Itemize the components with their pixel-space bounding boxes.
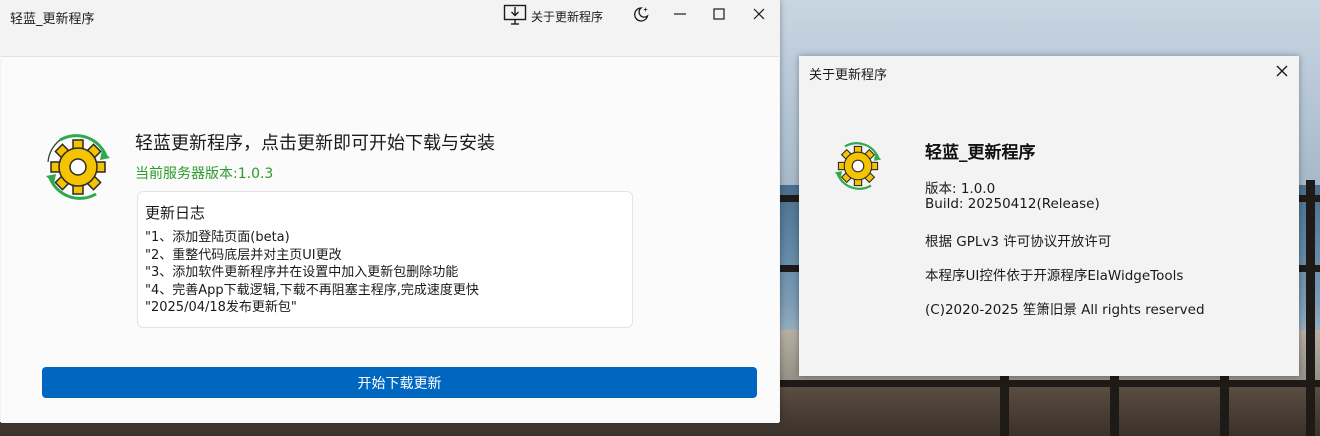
window-title: 轻蓝_更新程序	[10, 12, 95, 27]
about-updater-button[interactable]: 关于更新程序	[503, 3, 603, 29]
about-copyright: (C)2020-2025 笙箫旧景 All rights reserved	[925, 302, 1205, 318]
about-close-button[interactable]	[1269, 60, 1295, 84]
gear-update-icon	[829, 136, 887, 196]
about-build: Build: 20250412(Release)	[925, 196, 1100, 212]
about-dependency: 本程序UI控件依于开源程序ElaWidgeTools	[925, 268, 1184, 284]
updater-window: 轻蓝_更新程序 关于更新程序 轻蓝更新程序，点击更新即可开始下载与安装 当前服务…	[0, 0, 780, 423]
title-bar[interactable]: 轻蓝_更新程序 关于更新程序	[0, 0, 780, 32]
about-updater-label: 关于更新程序	[531, 9, 604, 24]
start-download-button[interactable]: 开始下载更新	[42, 367, 757, 398]
changelog-lines: "1、添加登陆页面(beta) "2、重整代码底层并对主页UI更改 "3、添加软…	[145, 229, 479, 317]
about-version: 版本: 1.0.0	[925, 181, 996, 197]
update-headline: 轻蓝更新程序，点击更新即可开始下载与安装	[135, 133, 495, 154]
about-app-name: 轻蓝_更新程序	[925, 143, 1036, 163]
moon-sparkle-icon	[632, 5, 650, 27]
minimize-icon	[672, 6, 688, 26]
maximize-icon	[711, 6, 727, 26]
close-button[interactable]	[745, 4, 773, 28]
changelog-line: "3、添加软件更新程序并在设置中加入更新包删除功能	[145, 265, 459, 280]
server-version: 当前服务器版本:1.0.3	[135, 166, 274, 182]
changelog-line: "2025/04/18发布更新包"	[145, 300, 297, 315]
gear-update-icon	[38, 126, 118, 208]
about-dialog: 关于更新程序 轻蓝_更新程序 版本: 1.0.0 Build: 20250412…	[799, 56, 1299, 376]
minimize-button[interactable]	[666, 4, 694, 28]
changelog-title: 更新日志	[145, 204, 206, 222]
about-license: 根据 GPLv3 许可协议开放许可	[925, 234, 1112, 250]
changelog-panel[interactable]: 更新日志 "1、添加登陆页面(beta) "2、重整代码底层并对主页UI更改 "…	[137, 191, 633, 328]
changelog-line: "4、完善App下载逻辑,下载不再阻塞主程序,完成速度更快	[145, 282, 479, 298]
maximize-button[interactable]	[705, 4, 733, 28]
railing-post	[1306, 180, 1315, 436]
close-icon	[751, 6, 767, 26]
theme-toggle-button[interactable]	[627, 4, 655, 28]
about-dialog-title: 关于更新程序	[809, 68, 888, 83]
changelog-line: "2、重整代码底层并对主页UI更改	[145, 247, 342, 263]
monitor-download-icon	[503, 4, 527, 29]
close-icon	[1275, 63, 1289, 82]
changelog-line: "1、添加登陆页面(beta)	[145, 230, 290, 245]
